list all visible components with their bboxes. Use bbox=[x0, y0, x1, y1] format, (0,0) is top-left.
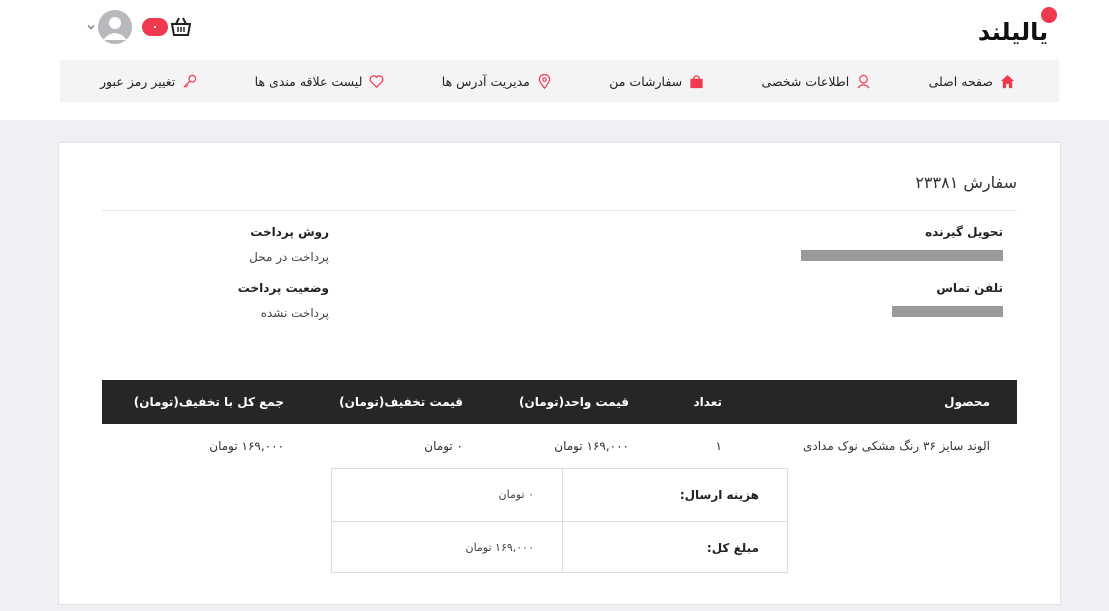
order-details-card: سفارش ۲۳۳۸۱ تحویل گیرنده تلفن تماس روش پ… bbox=[58, 142, 1061, 605]
location-pin-icon bbox=[538, 73, 551, 89]
bag-icon bbox=[690, 74, 703, 88]
user-cart-box: ۰ bbox=[86, 10, 192, 44]
nav-item-orders[interactable]: سفارشات من bbox=[609, 74, 704, 89]
site-header: یالیلند ۰ صفحه اصلی اطلاعات شخصی سفارشات… bbox=[0, 0, 1109, 120]
nav-item-label: اطلاعات شخصی bbox=[761, 73, 850, 89]
recipient-value-redacted bbox=[801, 250, 1003, 261]
column-header-product: محصول bbox=[944, 395, 990, 409]
phone-value-redacted bbox=[892, 306, 1003, 317]
nav-item-addresses[interactable]: مدیریت آدرس ها bbox=[441, 73, 552, 89]
nav-item-home[interactable]: صفحه اصلی bbox=[929, 74, 1015, 89]
home-icon bbox=[1000, 74, 1015, 88]
nav-item-label: صفحه اصلی bbox=[928, 73, 993, 89]
nav-item-label: لیست علاقه مندی ها bbox=[254, 73, 363, 89]
column-header-total: جمع کل با تخفیف(تومان) bbox=[133, 395, 284, 409]
payment-status-value: پرداخت نشده bbox=[260, 306, 329, 320]
nav-item-label: مدیریت آدرس ها bbox=[441, 73, 530, 89]
payment-method-label: روش پرداخت bbox=[250, 225, 329, 239]
page-title: سفارش ۲۳۳۸۱ bbox=[915, 173, 1017, 192]
heart-icon bbox=[369, 74, 384, 88]
payment-status-label: وضعیت پرداخت bbox=[237, 281, 329, 295]
user-icon bbox=[857, 74, 870, 88]
shipping-cost-label: هزینه ارسال: bbox=[679, 488, 759, 502]
nav-item-change-password[interactable]: تغییر رمز عبور bbox=[100, 74, 197, 89]
column-header-quantity: تعداد bbox=[693, 395, 722, 409]
table-row: الوند سایز ۳۶ رنگ مشکی نوک مدادی ۱ ۱۶۹,۰… bbox=[102, 424, 1017, 468]
cell-quantity: ۱ bbox=[715, 439, 722, 453]
key-icon bbox=[183, 74, 197, 88]
column-header-discount: قیمت تخفیف(تومان) bbox=[339, 395, 463, 409]
phone-label: تلفن تماس bbox=[936, 281, 1003, 295]
nav-item-wishlist[interactable]: لیست علاقه مندی ها bbox=[255, 74, 385, 89]
nav-item-label: سفارشات من bbox=[609, 73, 683, 89]
basket-icon[interactable] bbox=[170, 16, 192, 38]
order-summary-box: هزینه ارسال: ۰ تومان مبلغ کل: ۱۶۹,۰۰۰ تو… bbox=[331, 468, 788, 573]
shipping-cost-value: ۰ تومان bbox=[498, 488, 534, 501]
cell-total: ۱۶۹,۰۰۰ تومان bbox=[209, 439, 284, 453]
summary-row-shipping: هزینه ارسال: ۰ تومان bbox=[332, 469, 787, 521]
title-divider bbox=[102, 210, 1017, 211]
payment-method-value: پرداخت در محل bbox=[249, 250, 329, 264]
nav-item-profile[interactable]: اطلاعات شخصی bbox=[762, 74, 872, 89]
recipient-label: تحویل گیرنده bbox=[925, 225, 1003, 239]
site-logo[interactable]: یالیلند bbox=[967, 6, 1059, 50]
logo-text: یالیلند bbox=[978, 18, 1048, 46]
nav-item-label: تغییر رمز عبور bbox=[100, 73, 176, 89]
total-amount-value: ۱۶۹,۰۰۰ تومان bbox=[465, 541, 534, 554]
cell-product: الوند سایز ۳۶ رنگ مشکی نوک مدادی bbox=[802, 439, 990, 453]
cell-unit-price: ۱۶۹,۰۰۰ تومان bbox=[554, 439, 629, 453]
cell-discount: ۰ تومان bbox=[424, 439, 463, 453]
chevron-down-icon[interactable] bbox=[86, 22, 96, 32]
user-avatar-icon[interactable] bbox=[98, 10, 132, 44]
account-nav: صفحه اصلی اطلاعات شخصی سفارشات من مدیریت… bbox=[60, 60, 1059, 102]
summary-row-total: مبلغ کل: ۱۶۹,۰۰۰ تومان bbox=[332, 521, 787, 573]
order-items-table-header: محصول تعداد قیمت واحد(تومان) قیمت تخفیف(… bbox=[102, 380, 1017, 424]
total-amount-label: مبلغ کل: bbox=[706, 541, 759, 555]
summary-column-divider bbox=[562, 469, 563, 572]
column-header-unit-price: قیمت واحد(تومان) bbox=[518, 395, 629, 409]
cart-count-badge: ۰ bbox=[142, 18, 168, 36]
